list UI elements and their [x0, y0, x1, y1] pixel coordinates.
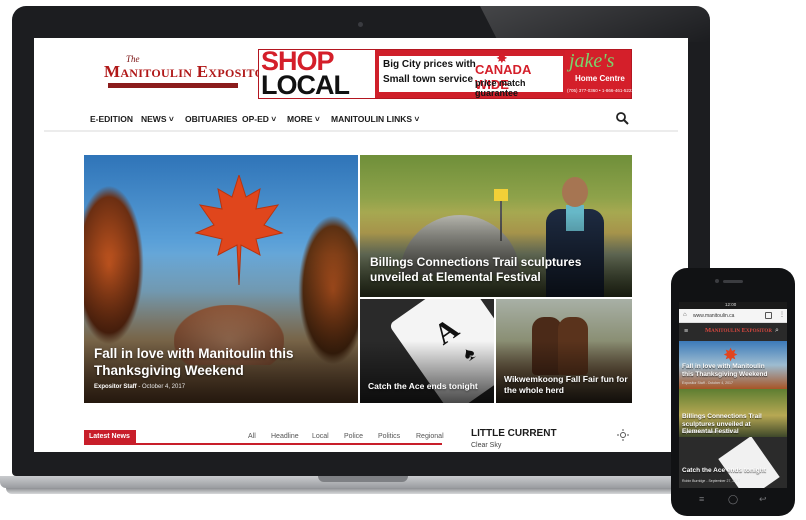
- menu-icon[interactable]: ⋮: [779, 311, 785, 318]
- home-icon[interactable]: ◯: [728, 494, 738, 505]
- phone-story-2[interactable]: Billings Connections Trail sculptures un…: [679, 389, 787, 437]
- phone-speaker: [723, 280, 743, 283]
- hero-trail-story[interactable]: Billings Connections Trail sculptures un…: [360, 155, 632, 297]
- back-icon[interactable]: ↩: [759, 494, 767, 505]
- banner-ad[interactable]: SHOP LOCAL Big City prices with Small to…: [258, 48, 634, 100]
- ad-brand-sub: Home Centre: [575, 74, 625, 83]
- filter-police[interactable]: Police: [344, 433, 363, 440]
- laptop-glare: [480, 6, 710, 42]
- recents-icon[interactable]: ≡: [699, 494, 704, 504]
- phone-time: 12:00: [725, 302, 737, 307]
- ad-brand: jake's Home Centre (705) 377-0360 • 1-86…: [565, 50, 634, 98]
- ad-brand-logo: jake's: [569, 50, 615, 72]
- search-icon[interactable]: [615, 111, 629, 125]
- person-head: [562, 177, 588, 207]
- laptop-base-shadow: [6, 488, 722, 494]
- latest-news-label: Latest News: [89, 433, 130, 440]
- ad-local-text: LOCAL: [261, 70, 350, 100]
- home-icon[interactable]: ⌂: [683, 312, 687, 318]
- phone-story-title[interactable]: Catch the Ace ends tonight: [682, 467, 782, 475]
- nav-e-edition[interactable]: E-EDITION: [90, 114, 133, 124]
- logo-tagline-bar: [108, 83, 238, 88]
- ad-phone: (705) 377-0360 • 1-866-461-5223: [567, 88, 634, 93]
- filter-politics[interactable]: Politics: [378, 433, 400, 440]
- phone-story-3[interactable]: Catch the Ace ends tonight Robin Burridg…: [679, 437, 787, 488]
- phone-story-meta: Expositor Staff - October 4, 2017: [682, 381, 733, 385]
- nav-op-ed[interactable]: OP-ED ˅: [242, 114, 276, 124]
- phone-story-title[interactable]: Fall in love with Manitoulin this Thanks…: [682, 363, 778, 378]
- ad-shop-local: SHOP LOCAL: [259, 48, 375, 100]
- weather-city: LITTLE CURRENT: [471, 428, 557, 439]
- hero-main-date: - October 4, 2017: [136, 384, 186, 390]
- phone-screen: 12:00 ⌂ www.manitoulin.ca ⋮ ≡ Manitoulin…: [679, 302, 787, 488]
- phone-logo[interactable]: Manitoulin Expositor: [705, 327, 772, 334]
- phone-site-header: ≡ Manitoulin Expositor ⌕: [679, 323, 787, 341]
- latest-news-tab[interactable]: Latest News: [84, 430, 136, 444]
- filter-regional[interactable]: Regional: [416, 433, 444, 440]
- laptop-notch: [318, 476, 408, 482]
- nav-more[interactable]: MORE ˅: [287, 114, 320, 124]
- nav-news[interactable]: NEWS ˅: [141, 114, 174, 124]
- search-icon[interactable]: ⌕: [775, 327, 779, 335]
- hero-fair-story[interactable]: Wikwemkoong Fall Fair fun for the whole …: [496, 299, 632, 403]
- phone-url[interactable]: www.manitoulin.ca: [693, 313, 734, 319]
- main-nav: E-EDITION NEWS ˅ OBITUARIES OP-ED ˅ MORE…: [34, 106, 688, 132]
- hero-ace-title[interactable]: Catch the Ace ends tonight: [368, 381, 492, 392]
- laptop-screen: The Manitoulin Expositor SHOP LOCAL Big …: [34, 38, 688, 452]
- filter-headline[interactable]: Headline: [271, 433, 299, 440]
- phone-story-meta: Robin Burridge - September 27, 2017: [682, 479, 741, 483]
- trail-sign: [494, 189, 508, 201]
- hamburger-icon[interactable]: ≡: [684, 328, 688, 335]
- phone-story-meta: Expositor Staff - October 4, 2017: [682, 430, 733, 434]
- nav-manitoulin-links[interactable]: MANITOULIN LINKS ˅: [331, 114, 419, 124]
- ace-shade: [360, 340, 494, 403]
- phone-frame: 12:00 ⌂ www.manitoulin.ca ⋮ ≡ Manitoulin…: [671, 268, 795, 516]
- phone-address-bar[interactable]: ⌂ www.manitoulin.ca ⋮: [679, 309, 787, 323]
- phone-status-bar: 12:00: [679, 302, 787, 309]
- hero-main-title[interactable]: Fall in love with Manitoulin this Thanks…: [94, 345, 314, 379]
- hero-main-story[interactable]: Fall in love with Manitoulin this Thanks…: [84, 155, 358, 403]
- filter-all[interactable]: All: [248, 433, 256, 440]
- hero-shade: [84, 254, 358, 403]
- ad-price-match: price match guarantee: [475, 78, 526, 98]
- weather-icon: [617, 429, 629, 441]
- ad-line2: Small town service: [383, 74, 474, 85]
- hero-main-author[interactable]: Expositor Staff: [94, 384, 137, 390]
- laptop-camera: [358, 22, 363, 27]
- nav-obituaries[interactable]: OBITUARIES: [185, 114, 237, 124]
- phone-camera: [715, 279, 719, 283]
- hero-trail-title[interactable]: Billings Connections Trail sculptures un…: [370, 255, 600, 285]
- ad-line1: Big City prices with: [383, 59, 476, 70]
- hero-fair-title[interactable]: Wikwemkoong Fall Fair fun for the whole …: [504, 374, 628, 396]
- hero-main-meta: Expositor Staff - October 4, 2017: [94, 384, 185, 390]
- phone-nav-bar: ≡ ◯ ↩: [671, 494, 795, 510]
- tabs-icon[interactable]: [765, 312, 772, 319]
- filter-local[interactable]: Local: [312, 433, 329, 440]
- logo-name: Manitoulin Expositor: [104, 62, 274, 81]
- hero-ace-story[interactable]: A ♠ Catch the Ace ends tonight: [360, 299, 494, 403]
- nav-divider: [44, 130, 678, 132]
- site-logo[interactable]: The Manitoulin Expositor: [104, 54, 273, 94]
- phone-story-1[interactable]: ✸ Fall in love with Manitoulin this Than…: [679, 341, 787, 389]
- ad-message: Big City prices with Small town service …: [379, 50, 563, 98]
- weather-condition: Clear Sky: [471, 442, 502, 449]
- latest-news-rule: [84, 443, 442, 445]
